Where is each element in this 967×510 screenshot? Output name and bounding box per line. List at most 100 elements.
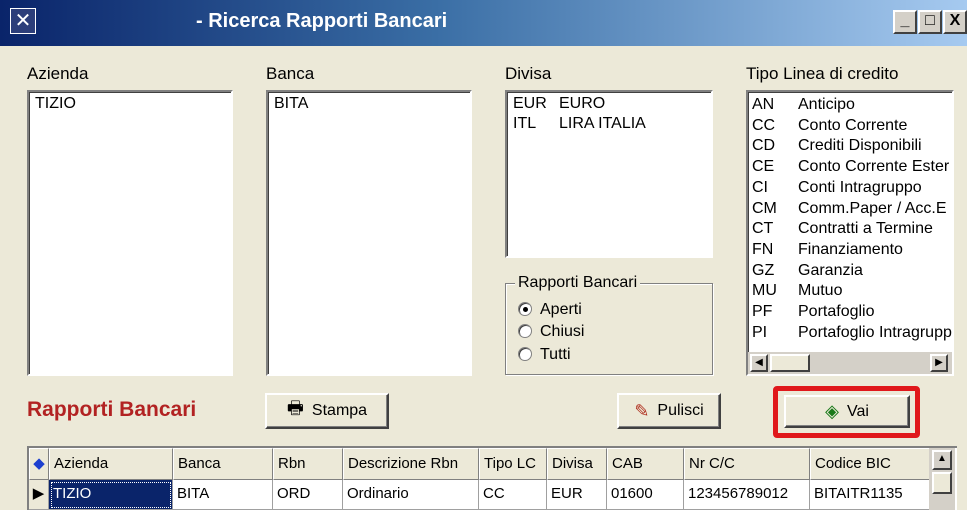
column-header-banca[interactable]: Banca — [173, 448, 273, 480]
tipo-linea-code: MU — [752, 282, 777, 300]
tipo-linea-item[interactable]: PI Portafoglio Intragrupp — [748, 323, 952, 344]
tipo-linea-item[interactable]: MU Mutuo — [748, 281, 952, 302]
tipo-linea-desc: Crediti Disponibili — [798, 137, 922, 155]
table-cell[interactable]: ORD — [273, 480, 343, 510]
tipo-linea-item[interactable]: AN Anticipo — [748, 95, 952, 116]
table-cell[interactable]: BITA — [173, 480, 273, 510]
scroll-right-icon[interactable]: ▶ — [930, 354, 948, 372]
radio-dot-icon — [518, 324, 532, 338]
divisa-code: EUR — [513, 95, 547, 112]
table-cell[interactable]: CC — [479, 480, 547, 510]
radio-tutti-label: Tutti — [540, 346, 571, 363]
table-cell[interactable]: Ordinario — [343, 480, 479, 510]
tipo-linea-item[interactable]: PF Portafoglio — [748, 302, 952, 323]
radio-chiusi-label: Chiusi — [540, 323, 585, 340]
tipo-linea-code: PF — [752, 303, 773, 321]
divisa-desc: EURO — [559, 95, 606, 112]
tipo-linea-item[interactable]: GZ Garanzia — [748, 261, 952, 282]
title-bar — [0, 0, 967, 46]
table-cell[interactable]: EUR — [547, 480, 607, 510]
close-button[interactable]: X — [943, 10, 967, 34]
scroll-up-icon[interactable]: ▲ — [932, 450, 952, 470]
divisa-label: Divisa — [505, 64, 552, 83]
tipo-linea-code: CD — [752, 137, 776, 155]
tipo-linea-desc: Portafoglio Intragrupp — [798, 323, 952, 341]
divisa-item-eur[interactable]: EUR EURO — [507, 92, 711, 114]
tipo-linea-code: CT — [752, 220, 774, 238]
table-cell[interactable]: TIZIO — [49, 480, 173, 510]
table-cell[interactable]: 01600 — [607, 480, 684, 510]
tipo-linea-code: GZ — [752, 261, 775, 279]
column-header-azienda[interactable]: Azienda — [49, 448, 173, 480]
stampa-label: Stampa — [311, 402, 368, 419]
app-icon[interactable]: ✕ — [10, 8, 36, 34]
tipo-linea-code: CM — [752, 199, 777, 217]
rapporti-bancari-group-title: Rapporti Bancari — [515, 274, 641, 292]
tipo-linea-desc: Comm.Paper / Acc.E — [798, 199, 947, 217]
banca-listbox[interactable]: BITA — [266, 90, 472, 376]
pulisci-label: Pulisci — [657, 402, 704, 419]
tipo-linea-desc: Portafoglio — [798, 303, 875, 321]
rapporti-grid[interactable]: ◆ Azienda Banca Rbn Descrizione Rbn Tipo… — [27, 446, 957, 510]
vai-label: Vai — [846, 402, 869, 420]
radio-dot-icon — [518, 347, 532, 361]
tipo-linea-desc: Conto Corrente — [798, 116, 908, 134]
tipo-linea-desc: Mutuo — [798, 282, 843, 300]
tipo-linea-item[interactable]: FN Finanziamento — [748, 240, 952, 261]
rapporti-bancari-title: Rapporti Bancari — [27, 398, 197, 421]
tipo-linea-desc: Anticipo — [798, 96, 855, 113]
radio-aperti[interactable]: Aperti — [518, 298, 582, 322]
vai-button[interactable]: ◈ Vai — [784, 395, 910, 428]
tipo-linea-desc: Contratti a Termine — [798, 220, 933, 238]
column-header-codice-bic[interactable]: Codice BIC — [810, 448, 930, 480]
tipo-linea-item[interactable]: CC Conto Corrente — [748, 116, 952, 137]
tipo-linea-code: AN — [752, 96, 775, 113]
minimize-button[interactable]: _ — [893, 10, 917, 34]
tipo-linea-item[interactable]: CE Conto Corrente Ester — [748, 157, 952, 178]
column-header-descrizione-rbn[interactable]: Descrizione Rbn — [343, 448, 479, 480]
banca-item[interactable]: BITA — [268, 92, 470, 114]
radio-chiusi[interactable]: Chiusi — [518, 320, 584, 344]
tipo-linea-item[interactable]: CM Comm.Paper / Acc.E — [748, 199, 952, 220]
tipo-linea-item[interactable]: CT Contratti a Termine — [748, 219, 952, 240]
table-cell[interactable]: BITAITR1135 — [810, 480, 930, 510]
tipo-linea-desc: Garanzia — [798, 261, 863, 279]
azienda-item[interactable]: TIZIO — [29, 92, 231, 114]
table-row[interactable]: ▶ TIZIO BITA ORD Ordinario CC EUR 01600 … — [29, 480, 957, 510]
maximize-button[interactable]: □ — [918, 10, 942, 34]
column-header-nr-cc[interactable]: Nr C/C — [684, 448, 810, 480]
divisa-item-itl[interactable]: ITL LIRA ITALIA — [507, 114, 711, 134]
pulisci-button[interactable]: ✎ Pulisci — [617, 393, 721, 429]
tipo-linea-hscrollbar[interactable]: ◀ ▶ — [748, 352, 952, 374]
tipo-linea-code: FN — [752, 240, 774, 258]
tipo-linea-listbox[interactable]: AN Anticipo CC Conto Corrente CD Crediti Di… — [746, 90, 954, 376]
table-cell[interactable]: 123456789012 — [684, 480, 810, 510]
scroll-thumb[interactable] — [770, 354, 810, 372]
stampa-button[interactable]: 🖶 Stampa — [265, 393, 389, 429]
radio-aperti-label: Aperti — [540, 301, 582, 318]
radio-dot-icon — [518, 302, 532, 316]
tipo-linea-code: PI — [752, 323, 768, 341]
azienda-listbox[interactable]: TIZIO — [27, 90, 233, 376]
tipo-linea-item[interactable]: CD Crediti Disponibili — [748, 136, 952, 157]
divisa-code: ITL — [513, 115, 537, 132]
column-header-divisa[interactable]: Divisa — [547, 448, 607, 480]
radio-tutti[interactable]: Tutti — [518, 343, 571, 367]
tipo-linea-code: CC — [752, 116, 776, 134]
printer-icon: 🖶 — [286, 398, 304, 418]
scroll-left-icon[interactable]: ◀ — [750, 354, 768, 372]
tipo-linea-label: Tipo Linea di credito — [746, 64, 899, 83]
column-header-cab[interactable]: CAB — [607, 448, 684, 480]
grid-vscrollbar[interactable]: ▲ — [929, 448, 955, 510]
column-header-tipo-lc[interactable]: Tipo LC — [479, 448, 547, 480]
eraser-icon: ✎ — [634, 400, 650, 421]
column-header-rbn[interactable]: Rbn — [273, 448, 343, 480]
divisa-desc: LIRA ITALIA — [559, 115, 646, 132]
tipo-linea-item[interactable]: CI Conti Intragruppo — [748, 178, 952, 199]
divisa-listbox[interactable]: EUR EURO ITL LIRA ITALIA — [505, 90, 713, 258]
row-pointer-icon: ▶ — [29, 480, 49, 510]
go-arrow-icon: ◈ — [825, 401, 839, 421]
azienda-label: Azienda — [27, 64, 89, 83]
grid-scroll-thumb[interactable] — [932, 472, 952, 494]
window-title: - Ricerca Rapporti Bancari — [196, 10, 448, 32]
